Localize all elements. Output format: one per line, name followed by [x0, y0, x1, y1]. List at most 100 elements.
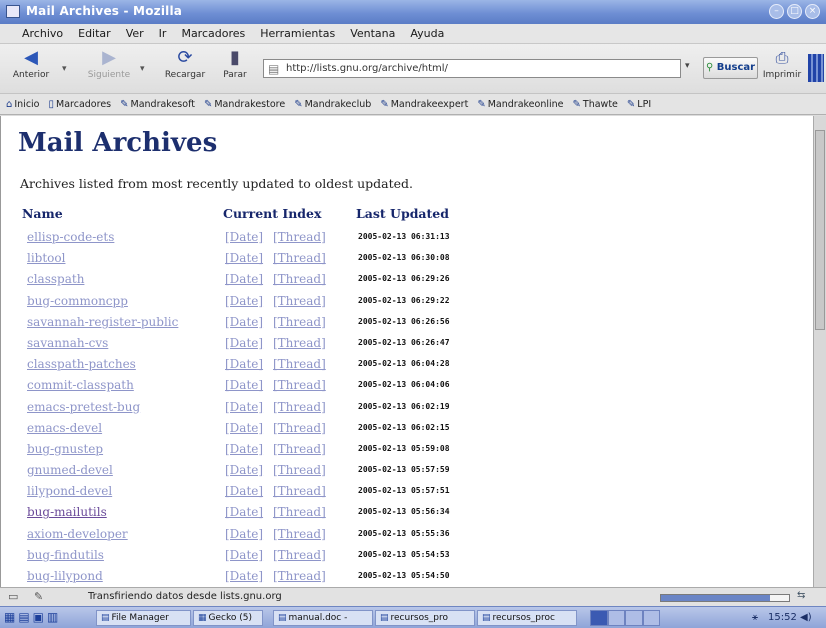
vertical-scrollbar[interactable]: [813, 116, 826, 587]
menu-ver[interactable]: Ver: [126, 27, 144, 40]
back-button[interactable]: ◀ Anterior: [6, 48, 56, 81]
bookmark-mandrakestore[interactable]: ✎ Mandrakestore: [204, 99, 285, 110]
network-icon[interactable]: ⚹: [752, 612, 758, 623]
menu-ayuda[interactable]: Ayuda: [410, 27, 444, 40]
bookmark-lpi[interactable]: ✎ LPI: [627, 99, 651, 110]
desktop-2[interactable]: [607, 610, 625, 626]
list-name-link[interactable]: bug-lilypond: [27, 569, 103, 583]
thread-index-link[interactable]: [Thread]: [273, 400, 326, 414]
list-name-link[interactable]: classpath-patches: [27, 357, 136, 371]
menu-herramientas[interactable]: Herramientas: [260, 27, 335, 40]
list-name-link[interactable]: savannah-cvs: [27, 336, 108, 350]
launcher-icons[interactable]: ▦▤▣▥: [4, 610, 61, 624]
stop-button[interactable]: ▮ Parar: [216, 48, 254, 81]
thread-index-link[interactable]: [Thread]: [273, 251, 326, 265]
print-button[interactable]: ⎙ Imprimir: [760, 48, 804, 80]
list-name-link[interactable]: ellisp-code-ets: [27, 230, 114, 244]
menu-ventana[interactable]: Ventana: [350, 27, 395, 40]
thread-index-link[interactable]: [Thread]: [273, 272, 326, 286]
thread-index-link[interactable]: [Thread]: [273, 527, 326, 541]
back-history-dropdown[interactable]: ▾: [62, 64, 67, 74]
list-name-link[interactable]: classpath: [27, 272, 84, 286]
url-history-dropdown[interactable]: ▾: [685, 61, 690, 71]
menu-marcadores[interactable]: Marcadores: [181, 27, 245, 40]
date-index-link[interactable]: [Date]: [225, 230, 263, 244]
desktop-1[interactable]: [590, 610, 608, 626]
thread-index-link[interactable]: [Thread]: [273, 442, 326, 456]
date-index-link[interactable]: [Date]: [225, 315, 263, 329]
desktop-pager[interactable]: [590, 610, 660, 626]
url-field[interactable]: ▤ http://lists.gnu.org/archive/html/: [263, 59, 681, 78]
date-index-link[interactable]: [Date]: [225, 548, 263, 562]
thread-index-link[interactable]: [Thread]: [273, 357, 326, 371]
list-name-link[interactable]: emacs-devel: [27, 421, 102, 435]
archive-row: savannah-cvs [Date] [Thread] 2005-02-13 06:…: [1, 332, 813, 353]
thread-index-link[interactable]: [Thread]: [273, 378, 326, 392]
list-name-link[interactable]: commit-classpath: [27, 378, 134, 392]
task-file-manager[interactable]: ▤ File Manager: [96, 610, 191, 626]
menu-editar[interactable]: Editar: [78, 27, 111, 40]
task-recursos-2[interactable]: ▤ recursos_proc: [477, 610, 577, 626]
list-name-link[interactable]: savannah-register-public: [27, 315, 178, 329]
menu-ir[interactable]: Ir: [159, 27, 167, 40]
date-index-link[interactable]: [Date]: [225, 484, 263, 498]
bookmark-mandrakesoft[interactable]: ✎ Mandrakesoft: [120, 99, 195, 110]
desktop-4[interactable]: [642, 610, 660, 626]
thread-index-link[interactable]: [Thread]: [273, 463, 326, 477]
task-manual-doc[interactable]: ▤ manual.doc -: [273, 610, 373, 626]
date-index-link[interactable]: [Date]: [225, 527, 263, 541]
thread-index-link[interactable]: [Thread]: [273, 336, 326, 350]
list-name-link[interactable]: bug-gnustep: [27, 442, 103, 456]
date-index-link[interactable]: [Date]: [225, 463, 263, 477]
thread-index-link[interactable]: [Thread]: [273, 230, 326, 244]
bookmark-inicio[interactable]: ⌂ Inicio: [6, 99, 40, 110]
list-name-link[interactable]: emacs-pretest-bug: [27, 400, 140, 414]
list-name-link[interactable]: gnumed-devel: [27, 463, 113, 477]
thread-index-link[interactable]: [Thread]: [273, 421, 326, 435]
desktop-3[interactable]: [625, 610, 643, 626]
date-index-link[interactable]: [Date]: [225, 569, 263, 583]
date-index-link[interactable]: [Date]: [225, 357, 263, 371]
task-gecko[interactable]: ▦ Gecko (5): [193, 610, 263, 626]
bookmark-marcadores[interactable]: ▯ Marcadores: [49, 99, 112, 110]
date-index-link[interactable]: [Date]: [225, 336, 263, 350]
bookmark-mandrakeclub[interactable]: ✎ Mandrakeclub: [294, 99, 371, 110]
bookmark-thawte[interactable]: ✎ Thawte: [573, 99, 618, 110]
list-name-link[interactable]: axiom-developer: [27, 527, 128, 541]
bookmark-mandrakeexpert[interactable]: ✎ Mandrakeexpert: [380, 99, 468, 110]
forward-history-dropdown[interactable]: ▾: [140, 64, 145, 74]
thread-index-link[interactable]: [Thread]: [273, 315, 326, 329]
date-index-link[interactable]: [Date]: [225, 421, 263, 435]
list-name-link[interactable]: lilypond-devel: [27, 484, 112, 498]
list-name-link[interactable]: bug-commoncpp: [27, 294, 128, 308]
list-name-link[interactable]: libtool: [27, 251, 65, 265]
date-index-link[interactable]: [Date]: [225, 251, 263, 265]
task-label: recursos_pro: [390, 613, 449, 623]
thread-index-link[interactable]: [Thread]: [273, 548, 326, 562]
date-index-link[interactable]: [Date]: [225, 400, 263, 414]
scrollbar-thumb[interactable]: [815, 130, 825, 330]
bookmark-label: Mandrakesoft: [130, 98, 195, 110]
forward-button[interactable]: ▶ Siguiente: [84, 48, 134, 81]
search-button[interactable]: ⚲ Buscar: [703, 57, 758, 79]
thread-index-link[interactable]: [Thread]: [273, 484, 326, 498]
list-name-link[interactable]: bug-findutils: [27, 548, 104, 562]
thread-index-link[interactable]: [Thread]: [273, 294, 326, 308]
minimize-icon[interactable]: –: [769, 4, 784, 19]
date-index-link[interactable]: [Date]: [225, 442, 263, 456]
date-index-link[interactable]: [Date]: [225, 294, 263, 308]
menu-archivo[interactable]: Archivo: [22, 27, 63, 40]
thread-index-link[interactable]: [Thread]: [273, 505, 326, 519]
task-recursos-1[interactable]: ▤ recursos_pro: [375, 610, 475, 626]
date-index-link[interactable]: [Date]: [225, 272, 263, 286]
close-icon[interactable]: ×: [805, 4, 820, 19]
thread-index-link[interactable]: [Thread]: [273, 569, 326, 583]
volume-icon[interactable]: ◀): [800, 612, 812, 623]
date-index-link[interactable]: [Date]: [225, 505, 263, 519]
maximize-icon[interactable]: □: [787, 4, 802, 19]
list-name-link[interactable]: bug-mailutils: [27, 505, 107, 519]
bookmark-mandrakeonline[interactable]: ✎ Mandrakeonline: [477, 99, 563, 110]
last-updated-value: 2005-02-13 06:26:56: [358, 316, 450, 326]
reload-button[interactable]: ⟳ Recargar: [160, 48, 210, 81]
date-index-link[interactable]: [Date]: [225, 378, 263, 392]
